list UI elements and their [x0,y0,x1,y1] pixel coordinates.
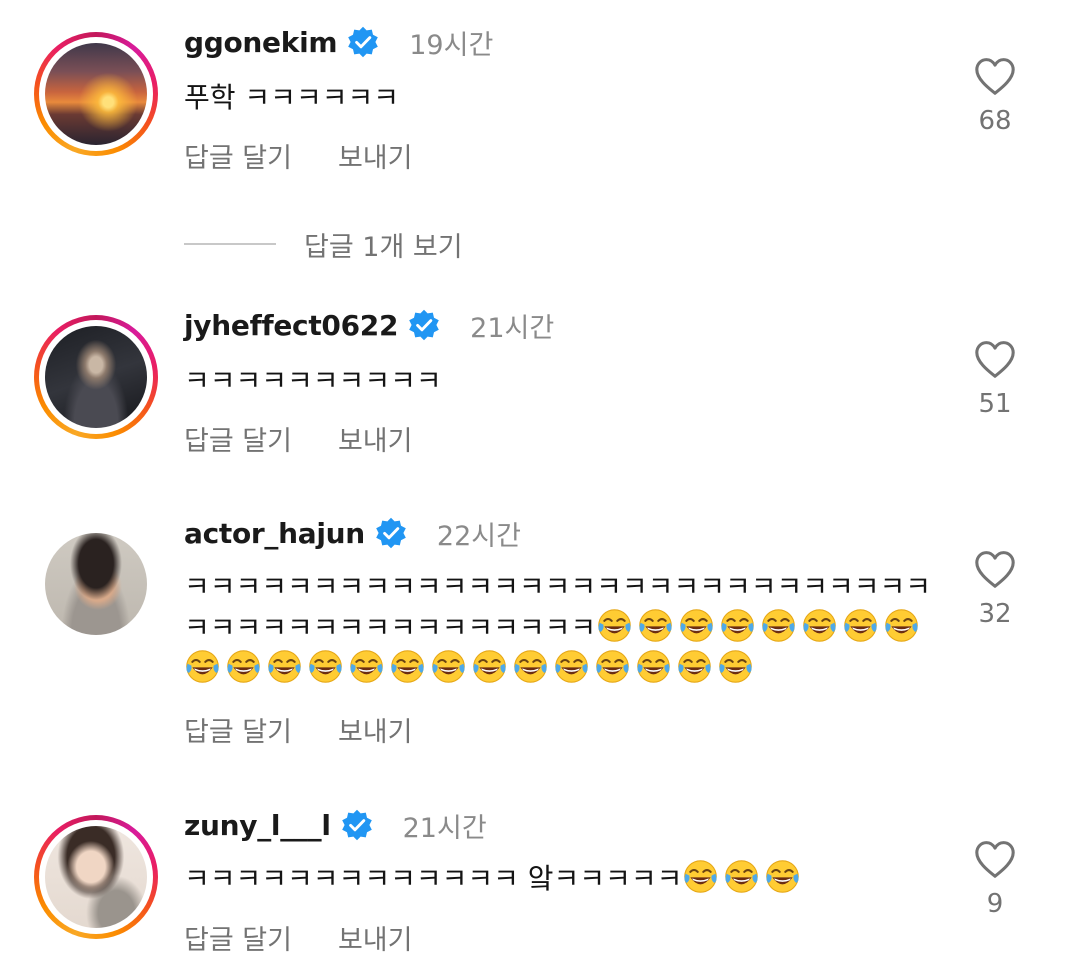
send-button[interactable]: 보내기 [338,136,413,175]
verified-badge-icon [341,809,372,841]
comment-text: 푸학 ㅋㅋㅋㅋㅋㅋ [184,81,399,114]
heart-outline-icon[interactable] [973,339,1017,379]
username[interactable]: ggonekim [184,26,338,59]
verified-badge-icon [376,517,406,549]
story-ring[interactable] [34,815,158,939]
face-with-tears-of-joy-emoji-icon [598,609,631,642]
face-with-tears-of-joy-emoji-icon [596,650,629,683]
comment-text: ㅋㅋㅋㅋㅋㅋㅋㅋㅋㅋㅋㅋㅋ 앜ㅋㅋㅋㅋㅋ [184,858,944,899]
reply-button[interactable]: 답글 달기 [184,136,292,175]
view-replies-label: 답글 1개 보기 [304,231,463,263]
face-with-tears-of-joy-emoji-icon [680,609,713,642]
face-with-tears-of-joy-emoji-icon [186,650,219,683]
view-replies-button[interactable]: 답글 1개 보기 [184,226,463,263]
face-with-tears-of-joy-emoji-icon [555,650,588,683]
avatar[interactable] [45,533,147,635]
face-with-tears-of-joy-emoji-icon [762,609,795,642]
timestamp: 21시간 [470,312,555,344]
face-with-tears-of-joy-emoji-icon [719,650,752,683]
face-with-tears-of-joy-emoji-icon [639,609,672,642]
story-ring[interactable] [34,32,158,156]
face-with-tears-of-joy-emoji-icon [391,650,424,683]
reply-button[interactable]: 답글 달기 [184,710,292,749]
like-count: 32 [978,599,1012,629]
face-with-tears-of-joy-emoji-icon [721,609,754,642]
reply-button[interactable]: 답글 달기 [184,419,292,458]
face-with-tears-of-joy-emoji-icon [725,860,759,893]
username[interactable]: zuny_l___l [184,809,331,842]
like-count: 51 [978,389,1012,419]
face-with-tears-of-joy-emoji-icon [885,609,918,642]
timestamp: 21시간 [402,812,487,844]
timestamp: 22시간 [436,520,521,552]
like-count: 9 [986,889,1004,919]
send-button[interactable]: 보내기 [338,419,413,458]
face-with-tears-of-joy-emoji-icon [684,860,718,893]
face-with-tears-of-joy-emoji-icon [227,650,260,683]
timestamp: 19시간 [409,29,494,61]
send-button[interactable]: 보내기 [338,710,413,749]
avatar[interactable] [45,43,147,145]
face-with-tears-of-joy-emoji-icon [309,650,342,683]
avatar[interactable] [45,826,147,928]
like-count: 68 [978,106,1012,136]
heart-outline-icon[interactable] [973,56,1017,96]
username[interactable]: jyheffect0622 [184,309,398,342]
comment-text: ㅋㅋㅋㅋㅋㅋㅋㅋㅋㅋㅋㅋㅋㅋㅋㅋㅋㅋㅋㅋㅋㅋㅋㅋㅋㅋㅋㅋㅋㅋㅋㅋㅋㅋㅋㅋㅋㅋㅋㅋ… [184,566,944,689]
face-with-tears-of-joy-emoji-icon [350,650,383,683]
avatar[interactable] [45,326,147,428]
face-with-tears-of-joy-emoji-icon [803,609,836,642]
heart-outline-icon[interactable] [973,839,1017,879]
face-with-tears-of-joy-emoji-icon [844,609,877,642]
face-with-tears-of-joy-emoji-icon [637,650,670,683]
face-with-tears-of-joy-emoji-icon [268,650,301,683]
username[interactable]: actor_hajun [184,517,365,550]
face-with-tears-of-joy-emoji-icon [766,860,800,893]
divider [184,243,276,245]
heart-outline-icon[interactable] [973,549,1017,589]
face-with-tears-of-joy-emoji-icon [514,650,547,683]
story-ring[interactable] [34,315,158,439]
verified-badge-icon [348,26,379,58]
face-with-tears-of-joy-emoji-icon [473,650,506,683]
verified-badge-icon [409,309,439,341]
reply-button[interactable]: 답글 달기 [184,918,292,957]
face-with-tears-of-joy-emoji-icon [678,650,711,683]
send-button[interactable]: 보내기 [338,918,413,957]
comment-text: ㅋㅋㅋㅋㅋㅋㅋㅋㅋㅋ [184,364,442,397]
face-with-tears-of-joy-emoji-icon [432,650,465,683]
